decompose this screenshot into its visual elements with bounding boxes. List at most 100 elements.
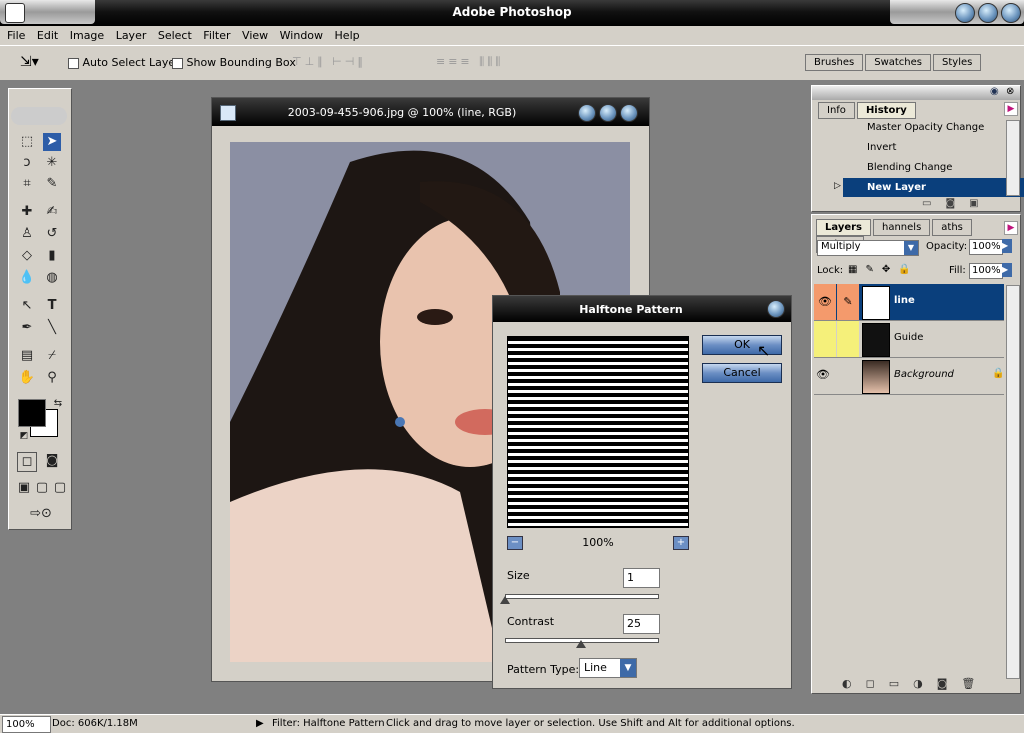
maximize-button[interactable]: [978, 3, 998, 23]
dialog-close-button[interactable]: [767, 300, 785, 318]
document-minimize-button[interactable]: [578, 104, 596, 122]
tab-history[interactable]: History: [856, 102, 916, 119]
jump-to-imageready-icon[interactable]: ⇨⊙: [23, 505, 59, 523]
crop-tool-icon[interactable]: ⌗: [18, 175, 36, 193]
pen-tool-icon[interactable]: ✒: [18, 319, 36, 337]
type-tool-icon[interactable]: T: [43, 297, 61, 315]
menu-window[interactable]: Window: [279, 29, 324, 42]
notes-tool-icon[interactable]: ▤: [18, 347, 36, 365]
brush-link-icon[interactable]: ✎: [837, 284, 859, 320]
close-button[interactable]: [1001, 3, 1021, 23]
history-item[interactable]: Master Opacity Change: [843, 118, 1024, 137]
visibility-toggle[interactable]: [814, 321, 836, 357]
menu-help[interactable]: Help: [334, 29, 361, 42]
zoom-level-field[interactable]: 100%: [2, 716, 51, 733]
quick-mask-icon[interactable]: ◙: [43, 452, 61, 470]
bounding-box-option[interactable]: Show Bounding Box: [172, 56, 296, 69]
dodge-tool-icon[interactable]: ◍: [43, 269, 61, 287]
layer-name[interactable]: line: [894, 295, 915, 306]
chevron-down-icon[interactable]: ▼: [904, 241, 918, 255]
eye-icon[interactable]: 👁: [816, 368, 830, 381]
menu-layer[interactable]: Layer: [115, 29, 148, 42]
dialog-title-bar[interactable]: Halftone Pattern: [493, 296, 791, 322]
layer-row-line[interactable]: 👁 ✎ line: [814, 284, 1004, 321]
bounding-box-checkbox[interactable]: [172, 57, 183, 69]
lock-options-icons[interactable]: ▦✎✥🔒: [848, 264, 919, 275]
collapse-icon[interactable]: ◉: [990, 86, 999, 97]
contrast-field[interactable]: 25: [623, 614, 660, 634]
path-select-icon[interactable]: ↖: [18, 297, 36, 315]
history-item-selected[interactable]: New Layer: [843, 178, 1024, 197]
halftone-preview[interactable]: [507, 336, 689, 528]
layer-row-guide[interactable]: Guide: [814, 321, 1004, 358]
screen-mode-full-menu-icon[interactable]: ▢: [33, 479, 51, 497]
history-footer-icons[interactable]: ▭◙▣: [922, 198, 993, 209]
screen-mode-standard-icon[interactable]: ▣: [15, 479, 33, 497]
layers-scrollbar[interactable]: [1006, 285, 1020, 679]
default-colors-icon[interactable]: ◩: [15, 427, 33, 445]
doc-size-info[interactable]: Doc: 606K/1.18M: [52, 715, 138, 733]
gradient-tool-icon[interactable]: ▮: [43, 247, 61, 265]
history-menu-icon[interactable]: ▶: [1004, 102, 1018, 116]
menu-select[interactable]: Select: [157, 29, 193, 42]
menu-view[interactable]: View: [241, 29, 269, 42]
clone-stamp-icon[interactable]: ♙: [18, 225, 36, 243]
palette-close-icon[interactable]: ⊗: [1006, 86, 1014, 97]
cancel-button[interactable]: Cancel: [702, 363, 782, 383]
contrast-slider-thumb[interactable]: [576, 640, 586, 648]
swap-colors-icon[interactable]: ⇆: [49, 395, 67, 413]
move-tool-preset-icon[interactable]: ⇲▾: [20, 54, 39, 70]
link-toggle[interactable]: [837, 321, 859, 357]
fill-arrow-icon[interactable]: ▶: [1002, 263, 1012, 277]
eye-icon[interactable]: 👁: [814, 284, 836, 320]
chevron-down-icon[interactable]: ▼: [620, 659, 636, 677]
standard-mode-icon[interactable]: ◻: [17, 452, 37, 472]
history-palette-header[interactable]: [812, 86, 1020, 100]
opacity-arrow-icon[interactable]: ▶: [1002, 239, 1012, 253]
tab-info[interactable]: Info: [818, 102, 855, 119]
eyedropper-tool-icon[interactable]: ⌿: [43, 347, 61, 365]
marquee-tool-icon[interactable]: ⬚: [18, 133, 36, 151]
tab-swatches[interactable]: Swatches: [865, 54, 932, 71]
document-title-bar[interactable]: 2003-09-455-906.jpg @ 100% (line, RGB): [212, 98, 649, 126]
layers-footer-icons[interactable]: ◐◻▭◑◙🗑: [842, 677, 989, 690]
blur-tool-icon[interactable]: 💧: [18, 269, 36, 287]
minimize-button[interactable]: [955, 3, 975, 23]
screen-mode-full-icon[interactable]: ▢: [51, 479, 69, 497]
history-scrollbar[interactable]: [1006, 120, 1020, 196]
magic-wand-tool-icon[interactable]: ✳: [43, 154, 61, 172]
layer-row-background[interactable]: 👁 Background 🔒: [814, 358, 1004, 395]
foreground-color-swatch[interactable]: [18, 399, 46, 427]
move-tool-icon[interactable]: ➤: [43, 133, 61, 151]
brush-tool-icon[interactable]: ✍: [43, 203, 61, 221]
document-close-button[interactable]: [620, 104, 638, 122]
eraser-tool-icon[interactable]: ◇: [18, 247, 36, 265]
auto-select-checkbox[interactable]: [68, 57, 79, 69]
layers-menu-icon[interactable]: ▶: [1004, 221, 1018, 235]
lasso-tool-icon[interactable]: ↄ: [18, 154, 36, 172]
tab-paths[interactable]: aths: [932, 219, 972, 236]
tab-styles[interactable]: Styles: [933, 54, 982, 71]
history-item[interactable]: Invert: [843, 138, 1024, 157]
layer-name[interactable]: Background: [894, 369, 954, 380]
tab-brushes[interactable]: Brushes: [805, 54, 864, 71]
history-item[interactable]: Blending Change: [843, 158, 1024, 177]
history-brush-icon[interactable]: ↺: [43, 225, 61, 243]
blend-mode-select[interactable]: Multiply ▼: [817, 240, 919, 256]
menu-filter[interactable]: Filter: [202, 29, 231, 42]
fill-field[interactable]: 100%: [969, 263, 1003, 279]
layer-name[interactable]: Guide: [894, 332, 923, 343]
document-maximize-button[interactable]: [599, 104, 617, 122]
menu-file[interactable]: File: [6, 29, 26, 42]
slice-tool-icon[interactable]: ✎: [43, 175, 61, 193]
pattern-type-select[interactable]: Line ▼: [579, 658, 637, 678]
zoom-tool-icon[interactable]: ⚲: [43, 369, 61, 387]
opacity-field[interactable]: 100%: [969, 239, 1003, 255]
hand-tool-icon[interactable]: ✋: [18, 369, 36, 387]
size-field[interactable]: 1: [623, 568, 660, 588]
tab-layers[interactable]: Layers: [816, 219, 871, 236]
menu-image[interactable]: Image: [69, 29, 105, 42]
line-tool-icon[interactable]: ╲: [43, 319, 61, 337]
status-menu-icon[interactable]: ▶: [256, 715, 264, 733]
auto-select-option[interactable]: Auto Select Layer: [68, 56, 180, 69]
